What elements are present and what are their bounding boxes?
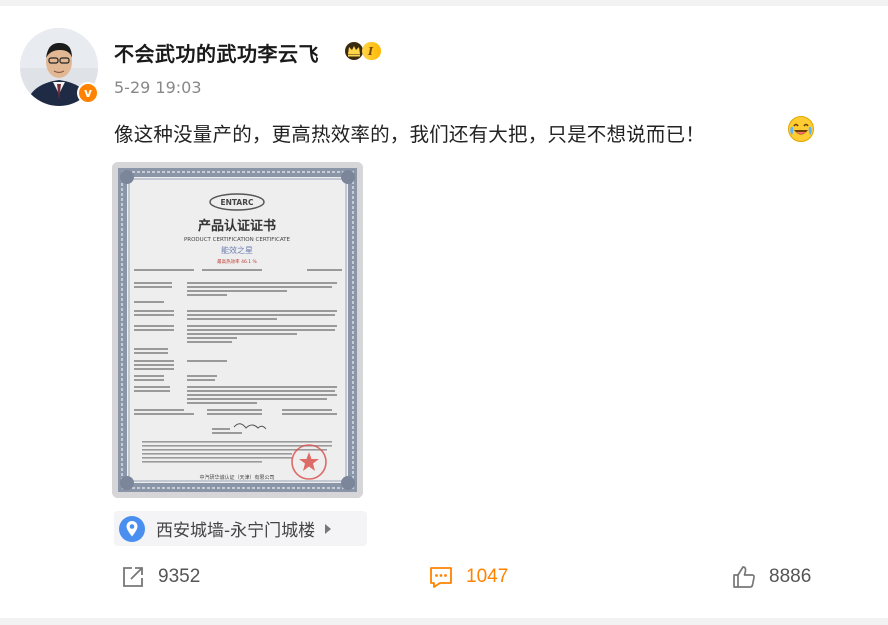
post-text: 像这种没量产的，更高热效率的，我们还有大把，只是不想说而已！ — [114, 123, 706, 146]
user-avatar-wrapper[interactable]: v — [20, 28, 99, 106]
chevron-right-icon — [325, 523, 332, 534]
bottom-divider — [0, 618, 888, 625]
location-label: 西安城墙-永宁门城楼 — [156, 521, 316, 541]
thumbs-up-icon — [733, 566, 755, 588]
verified-badge-icon: v — [77, 82, 99, 104]
cert-title-en: PRODUCT CERTIFICATION CERTIFICATE — [184, 237, 291, 243]
repost-count: 9352 — [158, 566, 201, 587]
cert-brand: ENTARC — [220, 198, 254, 207]
cert-footer: 中汽研华诚认证（天津）有限公司 — [199, 474, 274, 481]
vip-badge[interactable]: I — [344, 40, 400, 62]
vip-level-label: I — [362, 42, 382, 60]
comment-icon — [430, 567, 452, 588]
comment-count: 1047 — [466, 566, 509, 587]
repost-button[interactable]: 9352 — [120, 564, 200, 590]
cert-subtitle: 能效之星 — [221, 245, 253, 255]
laugh-cry-emoji-icon — [788, 116, 814, 142]
repost-icon — [123, 567, 143, 587]
like-button[interactable]: 8886 — [731, 564, 811, 590]
crown-icon — [345, 42, 363, 60]
post-timestamp[interactable]: 5-29 19:03 — [114, 78, 202, 97]
location-tag[interactable]: 西安城墙-永宁门城楼 — [114, 511, 367, 546]
post-image-certificate[interactable]: ENTARC 产品认证证书 PRODUCT CERTIFICATION CERT… — [112, 162, 363, 498]
user-name[interactable]: 不会武功的武功李云飞 — [114, 38, 319, 67]
location-pin-icon — [119, 515, 145, 542]
like-count: 8886 — [769, 566, 812, 587]
cert-title: 产品认证证书 — [198, 218, 276, 234]
comment-button[interactable]: 1047 — [428, 564, 508, 590]
top-divider — [0, 0, 888, 6]
cert-subtitle2: 最高热效率 46.1 % — [217, 258, 257, 265]
